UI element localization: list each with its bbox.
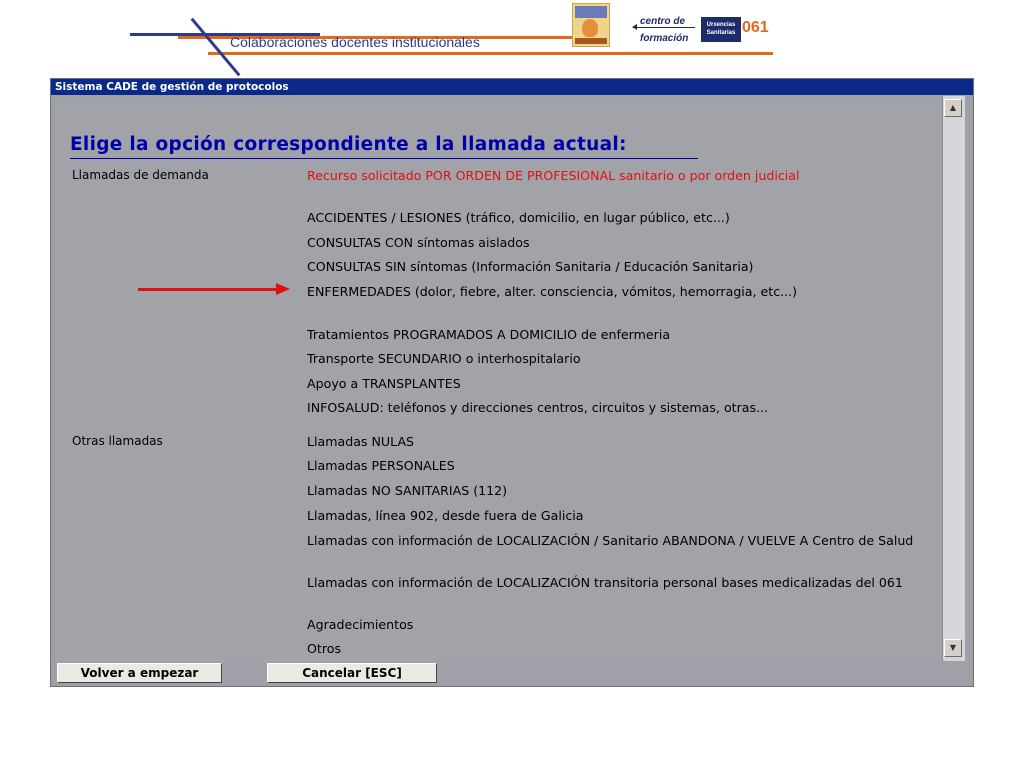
page-heading: Elige la opción correspondiente a la lla…	[70, 134, 627, 155]
restart-button[interactable]: Volver a empezar	[57, 663, 222, 683]
option-tratamientos[interactable]: Tratamientos PROGRAMADOS A DOMICILIO de …	[307, 326, 917, 343]
option-agradecimientos[interactable]: Agradecimientos	[307, 616, 917, 633]
option-localizacion-transitoria[interactable]: Llamadas con información de LOCALIZACIÓN…	[307, 574, 917, 591]
category-demanda: Llamadas de demanda	[72, 168, 209, 182]
option-otros[interactable]: Otros	[307, 640, 917, 657]
logo-061: 061	[742, 19, 769, 36]
option-localizacion-abandona[interactable]: Llamadas con información de LOCALIZACIÓN…	[307, 532, 917, 549]
urxencias-logo: Urxencias Sanitarias	[701, 17, 741, 42]
cancel-button[interactable]: Cancelar [ESC]	[267, 663, 437, 683]
option-consultas-sin[interactable]: CONSULTAS SIN síntomas (Información Sani…	[307, 258, 917, 275]
scroll-up-icon[interactable]: ▲	[944, 99, 962, 117]
option-enfermedades[interactable]: ENFERMEDADES (dolor, fiebre, alter. cons…	[307, 283, 917, 300]
option-personales[interactable]: Llamadas PERSONALES	[307, 457, 917, 474]
option-accidentes[interactable]: ACCIDENTES / LESIONES (tráfico, domicili…	[307, 209, 917, 226]
highlight-arrow-line	[138, 288, 278, 291]
option-nulas[interactable]: Llamadas NULAS	[307, 433, 917, 450]
heading-underline	[70, 158, 698, 159]
option-linea-902[interactable]: Llamadas, línea 902, desde fuera de Gali…	[307, 507, 917, 524]
option-consultas-con[interactable]: CONSULTAS CON síntomas aislados	[307, 234, 917, 251]
button-bar: Volver a empezar Cancelar [ESC]	[51, 661, 973, 686]
window-titlebar: Sistema CADE de gestión de protocolos	[51, 79, 973, 95]
centro-formacion-logo: centro de formación	[640, 16, 688, 45]
vertical-scrollbar[interactable]: ▲ ▼	[942, 96, 965, 661]
centro-logo-line2: formación	[640, 33, 689, 44]
poster-thumbnail-icon	[572, 3, 610, 47]
option-no-sanitarias[interactable]: Llamadas NO SANITARIAS (112)	[307, 482, 917, 499]
option-orden-profesional[interactable]: Recurso solicitado POR ORDEN DE PROFESIO…	[307, 167, 917, 184]
app-window: Sistema CADE de gestión de protocolos El…	[50, 78, 974, 687]
scroll-down-icon[interactable]: ▼	[944, 639, 962, 657]
centro-logo-line1: centro de	[640, 16, 686, 27]
option-infosalud[interactable]: INFOSALUD: teléfonos y direcciones centr…	[307, 399, 917, 416]
option-transplantes[interactable]: Apoyo a TRANSPLANTES	[307, 375, 917, 392]
category-otras: Otras llamadas	[72, 434, 163, 448]
options-panel: Elige la opción correspondiente a la lla…	[54, 98, 941, 661]
highlight-arrow-icon	[276, 283, 290, 295]
slide-title: Colaboraciones docentes institucionales	[230, 34, 480, 50]
option-transporte[interactable]: Transporte SECUNDARIO o interhospitalari…	[307, 350, 917, 367]
decor-line-orange-bottom	[208, 52, 773, 55]
